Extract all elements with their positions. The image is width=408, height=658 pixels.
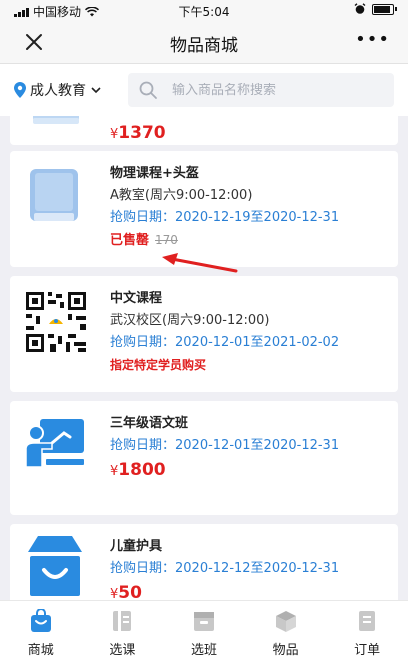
original-price: 170: [155, 233, 178, 247]
qr-code-icon: [24, 290, 88, 354]
status-bar: 中国移动 下午5:04: [0, 0, 408, 20]
purchase-date: 抢购日期：2020-12-01至2021-02-02: [110, 335, 340, 350]
sold-out-status: 已售罄 170: [110, 233, 178, 248]
product-card[interactable]: ¥1370: [10, 116, 398, 145]
product-price: ¥1370: [110, 123, 166, 143]
tab-items[interactable]: 物品: [245, 601, 327, 658]
filter-bar: 成人教育: [0, 64, 408, 116]
alarm-icon: [354, 3, 366, 14]
page-title: 物品商城: [170, 36, 238, 56]
location-label: 成人教育: [30, 83, 86, 99]
product-price: ¥1800: [110, 460, 166, 480]
product-card[interactable]: 儿童护具 抢购日期：2020-12-12至2020-12-31 ¥50: [10, 524, 398, 600]
tab-label: 商城: [27, 643, 54, 658]
purchase-date: 抢购日期：2020-12-01至2020-12-31: [110, 438, 340, 453]
order-icon: [359, 611, 376, 631]
tab-label: 选班: [190, 643, 217, 658]
search-box[interactable]: [128, 73, 394, 107]
product-name: 三年级语文班: [110, 416, 189, 431]
course-icon: [113, 611, 132, 631]
more-options-icon[interactable]: •••: [355, 31, 390, 49]
product-card[interactable]: 中文课程 武汉校区(周六9:00-12:00) 抢购日期：2020-12-01至…: [10, 276, 398, 392]
product-location: A教室(周六9:00-12:00): [110, 188, 253, 203]
location-selector[interactable]: 成人教育: [14, 80, 102, 100]
shopping-bag-icon: [30, 609, 51, 632]
class-icon: [193, 612, 214, 631]
tab-orders[interactable]: 订单: [326, 601, 408, 658]
tab-courses[interactable]: 选课: [82, 601, 164, 658]
tab-mall[interactable]: 商城: [0, 601, 82, 658]
arrow-annotation-icon: [162, 253, 238, 273]
tab-label: 订单: [354, 643, 381, 658]
battery-icon: [372, 3, 397, 15]
search-icon: [139, 81, 157, 99]
purchase-restriction: 指定特定学员购买: [110, 358, 207, 372]
status-time: 下午5:04: [178, 5, 230, 19]
book-icon: [30, 169, 78, 221]
chevron-down-icon: [91, 87, 101, 94]
product-name: 中文课程: [110, 291, 163, 306]
tab-bar: 商城 选课 选班 物品 订单: [0, 600, 408, 658]
book-icon: [33, 116, 79, 124]
nav-bar: 物品商城 •••: [0, 20, 408, 64]
product-card[interactable]: 三年级语文班 抢购日期：2020-12-01至2020-12-31 ¥1800: [10, 401, 398, 515]
box-icon: [275, 611, 296, 632]
purchase-date: 抢购日期：2020-12-19至2020-12-31: [110, 210, 340, 225]
tab-label: 物品: [272, 643, 299, 658]
location-pin-icon: [14, 82, 26, 98]
shopping-basket-icon: [28, 536, 82, 596]
product-card[interactable]: 物理课程+头盔 A教室(周六9:00-12:00) 抢购日期：2020-12-1…: [10, 151, 398, 273]
tab-label: 选课: [109, 643, 136, 658]
product-name: 物理课程+头盔: [110, 166, 199, 181]
search-input[interactable]: [172, 82, 372, 98]
purchase-date: 抢购日期：2020-12-12至2020-12-31: [110, 561, 340, 576]
product-price: ¥50: [110, 583, 142, 600]
tab-classes[interactable]: 选班: [163, 601, 245, 658]
product-name: 儿童护具: [110, 539, 163, 554]
teacher-board-icon: [26, 419, 84, 467]
product-location: 武汉校区(周六9:00-12:00): [110, 313, 270, 328]
product-list: ¥1370 物理课程+头盔 A教室(周六9:00-12:00) 抢购日期：202…: [0, 116, 408, 600]
